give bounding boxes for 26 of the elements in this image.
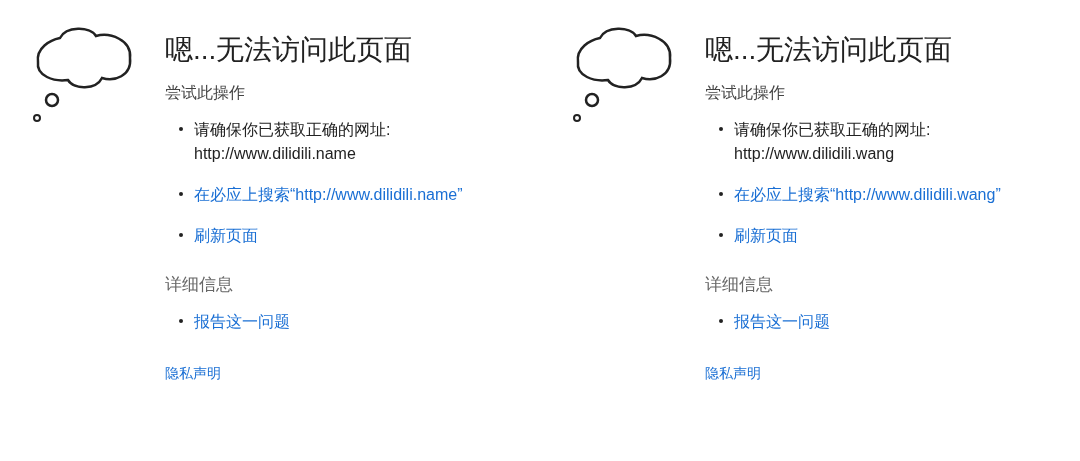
bullet-icon: [179, 127, 183, 131]
section-heading: 尝试此操作: [165, 83, 246, 103]
bullet-icon: [719, 233, 723, 237]
privacy-link[interactable]: 隐私声明: [165, 365, 221, 383]
report-link[interactable]: 报告这一问题: [734, 310, 830, 334]
action-link[interactable]: 刷新页面: [194, 224, 258, 248]
bullet-icon: [179, 233, 183, 237]
privacy-link[interactable]: 隐私声明: [705, 365, 761, 383]
section-heading: 详细信息: [705, 274, 774, 296]
section-heading: 详细信息: [165, 274, 234, 296]
report-link[interactable]: 报告这一问题: [194, 310, 290, 334]
bullet-icon: [719, 192, 723, 196]
bullet-icon: [179, 319, 183, 323]
action-link[interactable]: 刷新页面: [734, 224, 798, 248]
action-link[interactable]: 在必应上搜索“http://www.dilidili.wang”: [734, 183, 1001, 207]
url-text: http://www.dilidili.wang: [734, 144, 896, 164]
url-text: http://www.dilidili.name: [194, 144, 357, 164]
error-title: 嗯...无法访问此页面: [165, 33, 414, 67]
hint-text: 请确保你已获取正确的网址:: [734, 120, 931, 140]
error-title: 嗯...无法访问此页面: [705, 33, 954, 67]
action-link[interactable]: 在必应上搜索“http://www.dilidili.name”: [194, 183, 463, 207]
section-heading: 尝试此操作: [705, 83, 786, 103]
bullet-icon: [719, 319, 723, 323]
bullet-icon: [179, 192, 183, 196]
hint-text: 请确保你已获取正确的网址:: [194, 120, 391, 140]
bullet-icon: [719, 127, 723, 131]
